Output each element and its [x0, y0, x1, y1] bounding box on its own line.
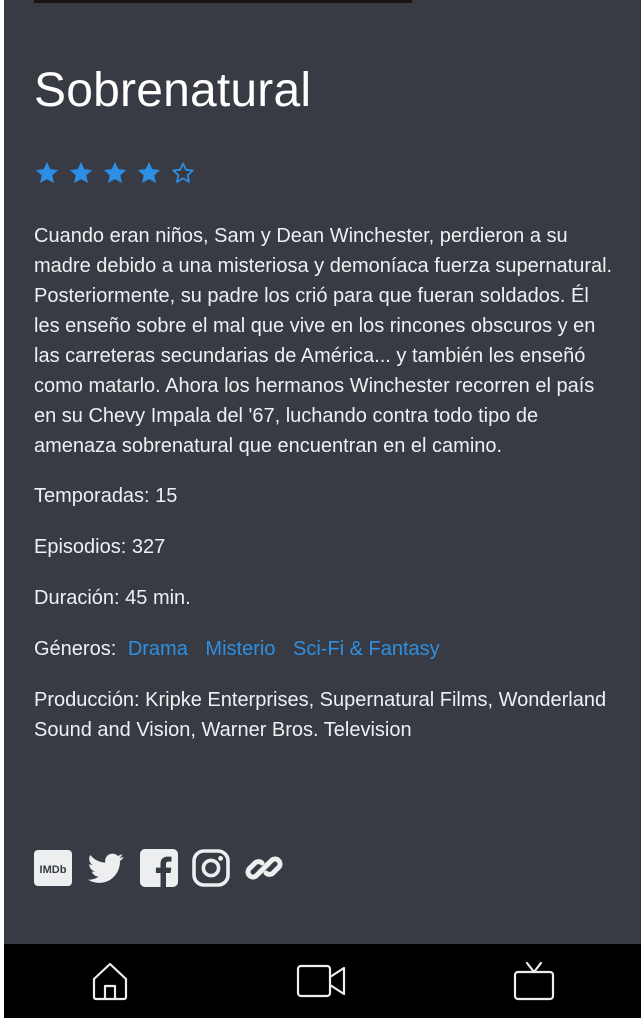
show-details: Cuando eran niños, Sam y Dean Winchester…: [34, 221, 619, 745]
poster-image-edge: [34, 0, 412, 3]
detail-panel: Sobrenatural Cuando eran niños, Sam y De…: [4, 0, 641, 1018]
social-links: IMDb: [34, 848, 284, 888]
genres-label: Géneros:: [34, 638, 117, 660]
facebook-icon[interactable]: [140, 849, 178, 887]
twitter-icon[interactable]: [86, 850, 126, 886]
tv-icon: [513, 961, 555, 1001]
star-filled-icon: [35, 161, 59, 183]
star-filled-icon: [69, 161, 93, 183]
episode-duration: Duración: 45 min.: [34, 587, 191, 609]
genre-link-scifi-fantasy[interactable]: Sci-Fi & Fantasy: [293, 638, 440, 660]
rating-stars: [34, 160, 196, 186]
nav-home-button[interactable]: [82, 956, 138, 1006]
star-empty-icon: [172, 162, 194, 183]
nav-movies-button[interactable]: [294, 956, 350, 1006]
home-icon: [92, 962, 128, 1001]
show-title: Sobrenatural: [34, 64, 312, 117]
show-description: Cuando eran niños, Sam y Dean Winchester…: [34, 225, 613, 457]
star-filled-icon: [103, 161, 127, 183]
nav-tv-button[interactable]: [506, 956, 562, 1006]
imdb-icon[interactable]: IMDb: [34, 849, 72, 887]
instagram-icon[interactable]: [192, 849, 230, 887]
genre-link-drama[interactable]: Drama: [128, 638, 188, 660]
episodes-count: Episodios: 327: [34, 536, 166, 558]
genre-link-mystery[interactable]: Misterio: [205, 638, 275, 660]
video-camera-icon: [296, 964, 346, 998]
imdb-icon-label: IMDb: [40, 864, 67, 876]
star-filled-icon: [137, 161, 161, 183]
seasons-count: Temporadas: 15: [34, 485, 178, 507]
link-icon[interactable]: [244, 848, 284, 888]
production-companies: Producción: Kripke Enterprises, Supernat…: [34, 689, 607, 741]
genres-row: Géneros: Drama Misterio Sci-Fi & Fantasy: [34, 634, 619, 664]
bottom-navigation: [4, 944, 641, 1018]
